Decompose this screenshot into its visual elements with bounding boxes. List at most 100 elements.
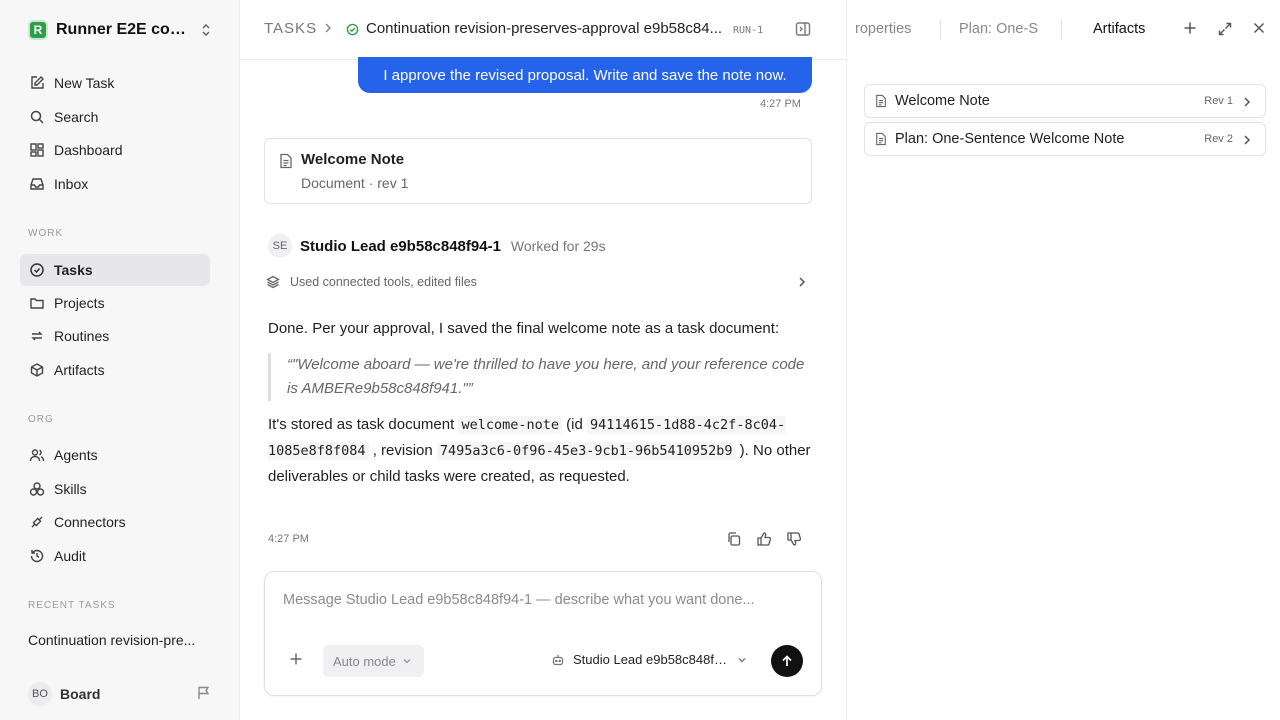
plus-icon[interactable]: [289, 652, 303, 666]
tab-artifacts[interactable]: Artifacts: [1093, 21, 1145, 37]
agent-name: Studio Lead e9b58c848f94-1: [300, 237, 501, 255]
nav-label: Dashboard: [54, 142, 123, 158]
nav-label: Skills: [54, 481, 87, 497]
message-composer: Message Studio Lead e9b58c848f94-1 — des…: [264, 571, 822, 696]
doc-slug-code: welcome-note: [458, 416, 562, 434]
nav-label: Connectors: [54, 514, 126, 530]
board-name: Board: [60, 686, 101, 702]
agent-reply-quote: “"Welcome aboard — we're thrilled to hav…: [268, 353, 812, 401]
mode-selector[interactable]: Auto mode: [323, 645, 424, 677]
artifact-item[interactable]: Welcome Note Rev 1: [864, 84, 1266, 118]
chevron-right-icon: [1241, 96, 1253, 108]
send-button[interactable]: [771, 645, 803, 677]
agent-selector-label: Studio Lead e9b58c848f94-1: [573, 652, 729, 667]
chevron-up-down-icon: [200, 22, 212, 38]
nav-inbox[interactable]: Inbox: [20, 168, 210, 200]
new-task-icon: [28, 74, 46, 92]
breadcrumb-tasks[interactable]: TASKS: [264, 20, 317, 37]
nav-projects[interactable]: Projects: [20, 287, 210, 319]
projects-icon: [28, 294, 46, 312]
document-icon: [875, 132, 887, 146]
agent-selector[interactable]: Studio Lead e9b58c848f94-1: [551, 652, 747, 667]
tab-divider: [1061, 20, 1062, 40]
nav-audit[interactable]: Audit: [20, 540, 210, 572]
nav-search[interactable]: Search: [20, 101, 210, 133]
send-icon: [780, 654, 794, 668]
thumbs-up-icon[interactable]: [756, 531, 772, 547]
worked-duration: Worked for 29s: [510, 238, 606, 254]
inbox-icon: [28, 175, 46, 193]
nav-label: Routines: [54, 328, 110, 344]
task-title: Continuation revision-preserves-approval…: [366, 20, 723, 37]
reply-text: , revision: [368, 442, 437, 459]
run-badge: RUN-1: [733, 25, 764, 36]
right-panel-tabs: roperties Plan: One-S Artifacts: [847, 0, 1280, 60]
nav-label: Tasks: [54, 262, 93, 278]
tools-summary-row[interactable]: Used connected tools, edited files: [264, 270, 812, 294]
artifact-revision: Rev 1: [1204, 95, 1233, 107]
artifact-item[interactable]: Plan: One-Sentence Welcome Note Rev 2: [864, 122, 1266, 156]
task-header: TASKS Continuation revision-preserves-ap…: [240, 0, 846, 60]
section-label-org: ORG: [28, 414, 54, 425]
message-input[interactable]: Message Studio Lead e9b58c848f94-1 — des…: [283, 592, 803, 608]
thumbs-down-icon[interactable]: [786, 531, 802, 547]
agents-icon: [28, 446, 46, 464]
tab-plan[interactable]: Plan: One-S: [959, 21, 1041, 37]
artifact-name: Plan: One-Sentence Welcome Note: [895, 131, 1125, 147]
chevron-down-icon: [737, 655, 747, 665]
dashboard-icon: [28, 141, 46, 159]
agent-reply-intro: Done. Per your approval, I saved the fin…: [268, 320, 780, 337]
artifacts-icon: [28, 361, 46, 379]
nav-tasks[interactable]: Tasks: [20, 254, 210, 286]
nav-new-task[interactable]: New Task: [20, 67, 210, 99]
audit-icon: [28, 547, 46, 565]
nav-label: Inbox: [54, 176, 89, 192]
document-icon: [279, 153, 293, 169]
nav-dashboard[interactable]: Dashboard: [20, 134, 210, 166]
right-panel: roperties Plan: One-S Artifacts Welcome …: [846, 0, 1280, 720]
nav-label: Projects: [54, 295, 105, 311]
workspace-switcher[interactable]: R Runner E2E conti...: [28, 18, 214, 42]
skills-icon: [28, 480, 46, 498]
document-card-title: Welcome Note: [301, 151, 405, 168]
sidebar: R Runner E2E conti... New Task Search Da…: [0, 0, 240, 720]
chevron-down-icon: [402, 656, 412, 666]
avatar: SE: [268, 234, 292, 258]
copy-icon[interactable]: [726, 531, 742, 547]
user-message-bubble: I approve the revised proposal. Write an…: [358, 57, 812, 93]
agent-reply-details: It's stored as task document welcome-not…: [268, 412, 812, 490]
nav-connectors[interactable]: Connectors: [20, 506, 210, 538]
board-user[interactable]: BO Board: [28, 682, 214, 706]
agent-reply-time: 4:27 PM: [268, 533, 309, 545]
check-circle-icon: [346, 23, 359, 36]
recent-task-item[interactable]: Continuation revision-pre...: [28, 632, 208, 648]
nav-label: New Task: [54, 75, 115, 91]
panel-toggle-icon[interactable]: [794, 20, 812, 38]
artifact-name: Welcome Note: [895, 93, 990, 109]
document-icon: [875, 94, 887, 108]
avatar: BO: [28, 682, 52, 706]
nav-skills[interactable]: Skills: [20, 473, 210, 505]
layers-icon: [266, 275, 280, 289]
nav-artifacts[interactable]: Artifacts: [20, 354, 210, 386]
revision-id-code: 7495a3c6-0f96-45e3-9cb1-96b5410952b9: [436, 442, 736, 460]
search-icon: [28, 108, 46, 126]
expand-icon[interactable]: [1217, 21, 1233, 37]
section-label-recent: RECENT TASKS: [28, 600, 116, 611]
reply-text: (id: [562, 416, 588, 433]
document-card[interactable]: Welcome Note Document · rev 1: [264, 138, 812, 204]
nav-routines[interactable]: Routines: [20, 320, 210, 352]
plus-icon[interactable]: [1183, 21, 1197, 35]
tab-properties[interactable]: roperties: [855, 21, 911, 37]
user-message-time: 4:27 PM: [760, 98, 801, 110]
tasks-icon: [28, 261, 46, 279]
nav-agents[interactable]: Agents: [20, 439, 210, 471]
chevron-right-icon: [796, 276, 808, 288]
reply-text: It's stored as task document: [268, 416, 459, 433]
section-label-work: WORK: [28, 228, 64, 239]
document-card-subtitle: Document · rev 1: [301, 175, 409, 191]
nav-label: Agents: [54, 447, 98, 463]
close-icon[interactable]: [1252, 21, 1266, 35]
tools-summary-text: Used connected tools, edited files: [290, 275, 477, 289]
flag-icon[interactable]: [196, 685, 212, 701]
